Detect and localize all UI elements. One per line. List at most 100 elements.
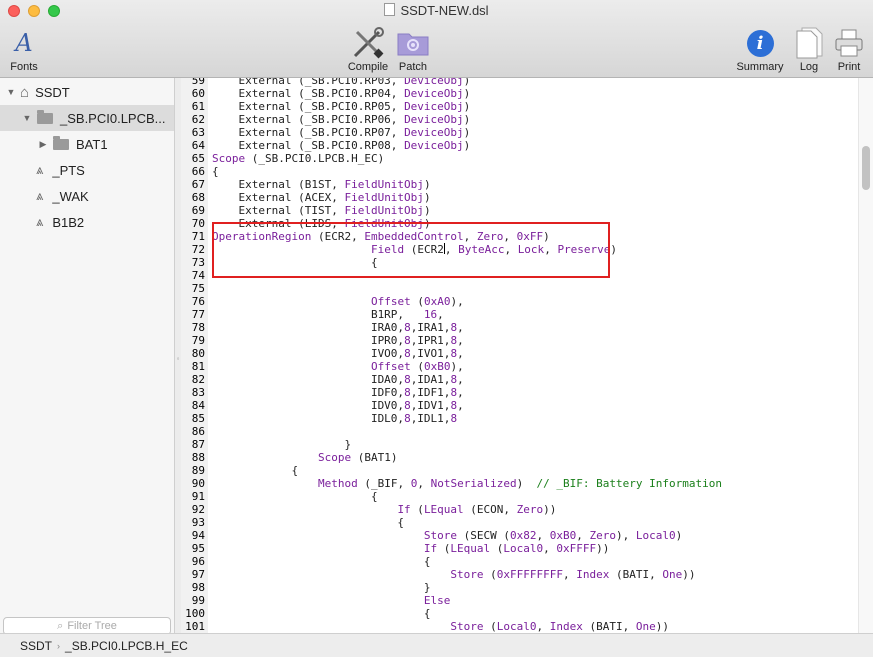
line-number: 76 xyxy=(191,295,205,308)
code-text: External (_SB.PCI0.RP03, DeviceObj) xyxy=(212,78,470,87)
tree-item-h-ec-scope[interactable]: ▼ _SB.PCI0.LPCB... xyxy=(0,105,174,131)
code-keyword: 0xB0 xyxy=(423,360,451,373)
code-token: ) xyxy=(423,178,431,191)
tree-item-ssdt[interactable]: ▼ ⌂ SSDT xyxy=(0,79,174,105)
code-text: External (_SB.PCI0.RP08, DeviceObj) xyxy=(212,139,470,152)
code-text: IVO0,8,IVO1,8, xyxy=(212,347,464,360)
line-number: 83 xyxy=(191,386,205,399)
line-number: 97 xyxy=(191,568,205,581)
code-keyword: Offset xyxy=(370,295,411,308)
code-token: ), xyxy=(450,360,464,373)
code-line: 93 { xyxy=(181,516,858,529)
print-button[interactable]: Print xyxy=(831,26,867,73)
line-number: 96 xyxy=(191,555,205,568)
fonts-button[interactable]: A Fonts xyxy=(4,26,44,73)
tree-item-label: BAT1 xyxy=(76,136,108,152)
disclosure-expanded-icon[interactable]: ▼ xyxy=(22,113,32,123)
tree-item-wak[interactable]: ⩓ _WAK xyxy=(0,183,174,209)
code-token: (ECON, xyxy=(463,503,517,516)
tree-item-bat1[interactable]: ▶ BAT1 xyxy=(0,131,174,157)
code-line: 63 External (_SB.PCI0.RP07, DeviceObj) xyxy=(181,126,858,139)
code-keyword: Local0 xyxy=(496,620,537,633)
summary-label: Summary xyxy=(736,61,784,73)
code-keyword: Local0 xyxy=(635,529,676,542)
code-token: ) xyxy=(463,78,471,87)
code-line: 67 External (B1ST, FieldUnitObj) xyxy=(181,178,858,191)
code-token: IDL0, xyxy=(212,412,405,425)
tree-item-b1b2[interactable]: ⩓ B1B2 xyxy=(0,209,174,235)
code-text: External (_SB.PCI0.RP07, DeviceObj) xyxy=(212,126,470,139)
disclosure-collapsed-icon[interactable]: ▶ xyxy=(38,139,48,150)
code-token: )) xyxy=(682,568,696,581)
code-token: , xyxy=(457,347,464,360)
log-label: Log xyxy=(799,61,819,73)
code-token: )) xyxy=(596,542,610,555)
summary-button[interactable]: i Summary xyxy=(733,26,787,73)
highlight-annotation-box xyxy=(212,222,610,278)
line-number: 80 xyxy=(191,347,205,360)
code-keyword: 8 xyxy=(404,412,411,425)
line-number: 61 xyxy=(191,100,205,113)
tree-item-pts[interactable]: ⩓ _PTS xyxy=(0,157,174,183)
code-line: 75 xyxy=(181,282,858,295)
log-button[interactable]: Log xyxy=(792,26,826,73)
line-number: 79 xyxy=(191,334,205,347)
line-number: 62 xyxy=(191,113,205,126)
tree-item-label: _WAK xyxy=(52,188,89,204)
code-keyword: 16 xyxy=(423,308,438,321)
code-keyword: DeviceObj xyxy=(404,100,464,113)
disclosure-expanded-icon[interactable]: ▼ xyxy=(6,87,16,97)
line-number: 70 xyxy=(191,217,205,230)
code-token: , xyxy=(563,568,577,581)
tree-item-label: B1B2 xyxy=(52,214,85,230)
line-number: 69 xyxy=(191,204,205,217)
code-token: IDA0, xyxy=(212,373,405,386)
tree-item-label: _PTS xyxy=(52,162,85,178)
line-number: 81 xyxy=(191,360,205,373)
code-keyword: FieldUnitObj xyxy=(344,204,424,217)
line-number: 98 xyxy=(191,581,205,594)
code-token: } xyxy=(212,581,431,594)
code-text: { xyxy=(212,555,431,568)
code-editor[interactable]: 59 External (_SB.PCI0.RP03, DeviceObj) 60… xyxy=(181,78,858,633)
code-token: (BATI, xyxy=(609,568,663,581)
path-bar: SSDT › _SB.PCI0.LPCB.H_EC xyxy=(0,633,873,657)
code-token: { xyxy=(212,555,431,568)
line-number: 86 xyxy=(191,425,205,438)
scrollbar-thumb[interactable] xyxy=(862,146,870,190)
code-token: IPR0, xyxy=(212,334,405,347)
line-number: 100 xyxy=(185,607,205,620)
code-keyword: Method xyxy=(317,477,358,490)
vertical-scrollbar[interactable] xyxy=(858,78,873,633)
code-token: External (_SB.PCI0.RP08, xyxy=(212,139,405,152)
code-text: IDV0,8,IDV1,8, xyxy=(212,399,464,412)
code-keyword: 8 xyxy=(404,334,411,347)
code-token: (BAT1) xyxy=(351,451,398,464)
code-text: Method (_BIF, 0, NotSerialized) // _BIF:… xyxy=(212,477,722,490)
compile-button[interactable]: Compile xyxy=(344,26,392,73)
method-icon: ⩓ xyxy=(36,162,44,178)
code-token: , xyxy=(536,620,550,633)
code-token: (_SB.PCI0.LPCB.H_EC) xyxy=(245,152,385,165)
path-crumb-ssdt[interactable]: SSDT xyxy=(20,639,52,653)
code-line: 78 IRA0,8,IRA1,8, xyxy=(181,321,858,334)
line-number: 59 xyxy=(191,78,205,87)
code-keyword: DeviceObj xyxy=(404,78,464,87)
line-number: 77 xyxy=(191,308,205,321)
code-text: B1RP, 16, xyxy=(212,308,444,321)
filter-placeholder: Filter Tree xyxy=(67,620,117,632)
code-token: ,IPR1, xyxy=(410,334,451,347)
code-text: Offset (0xB0), xyxy=(212,360,464,373)
code-text: If (LEqual (ECON, Zero)) xyxy=(212,503,556,516)
code-line: 82 IDA0,8,IDA1,8, xyxy=(181,373,858,386)
path-crumb-scope[interactable]: _SB.PCI0.LPCB.H_EC xyxy=(65,639,188,653)
code-keyword: Local0 xyxy=(503,542,544,555)
patch-button[interactable]: Patch xyxy=(395,26,431,73)
code-token: External (_SB.PCI0.RP04, xyxy=(212,87,405,100)
code-token: ) xyxy=(423,204,431,217)
code-token: ,IDA1, xyxy=(410,373,451,386)
